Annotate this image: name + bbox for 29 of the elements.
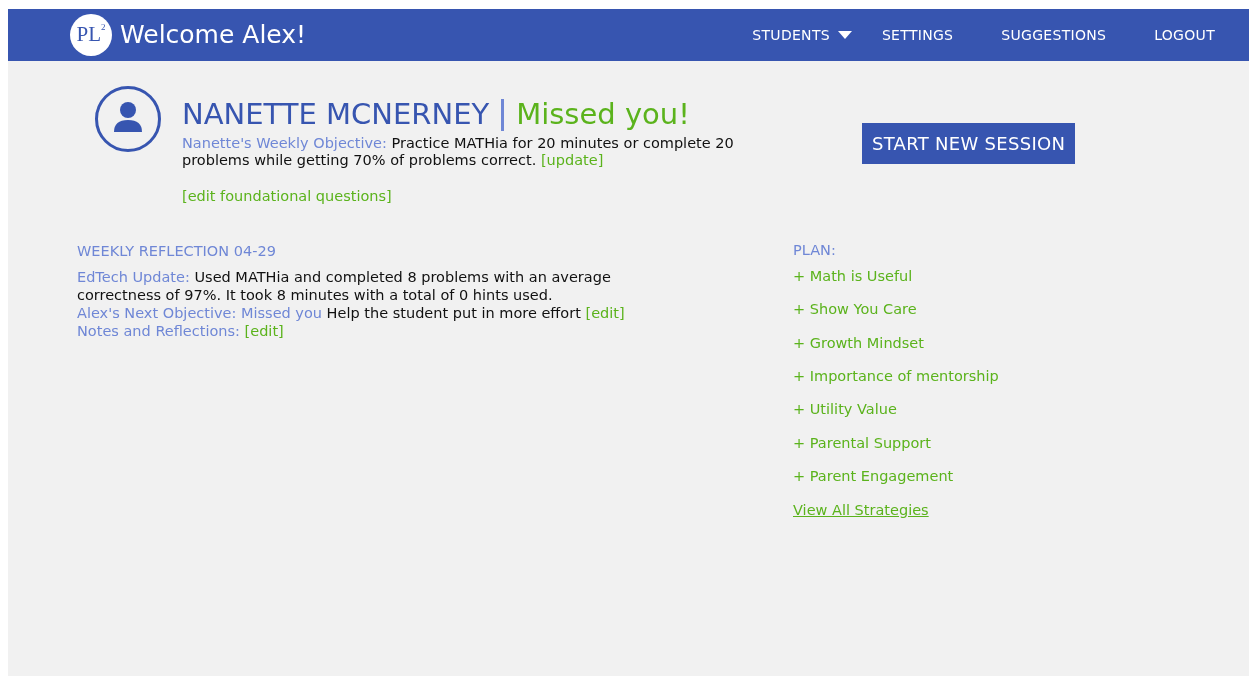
reflection-line: Alex's Next Objective: Missed you Help the student put in more effort [edit] (77, 303, 626, 323)
user-avatar-icon (94, 85, 162, 153)
reflection-line: EdTech Update: Used MATHia and completed 8 problems with an average correctness of 97%. It took 8 minutes with a total of 0 hints used. (77, 267, 612, 304)
strategy-link[interactable]: + Math is Useful (793, 267, 913, 286)
strategy-link[interactable]: + Growth Mindset (793, 334, 924, 353)
strategy-link[interactable]: + Importance of mentorship (793, 368, 999, 386)
student-name: NANETTE MCNERNEY (182, 99, 490, 131)
edit-foundational-link[interactable]: [edit foundational questions] (182, 185, 392, 208)
edit-link[interactable]: [edit] (585, 304, 625, 321)
strategy-link[interactable]: + Parental Support (793, 434, 932, 453)
section-heading: WEEKLY REFLECTION 04-29 (77, 241, 277, 260)
strategy-link[interactable]: + Parent Engagement (793, 468, 954, 486)
view-all-link[interactable]: View All Strategies (793, 501, 929, 520)
strategy-link[interactable]: + Utility Value (793, 401, 897, 419)
plan-heading: PLAN: (793, 241, 837, 259)
students-dropdown[interactable]: STUDENTS (752, 24, 852, 46)
welcome-title: Welcome Alex! (120, 19, 307, 52)
reflection-line: Notes and Reflections: [edit] (77, 322, 285, 341)
logo: PL$^{2}$ (70, 14, 112, 56)
start-session-button[interactable]: START NEW SESSION (862, 123, 1076, 164)
edit-link[interactable]: [edit] (244, 323, 284, 340)
status-text: Missed you! (516, 99, 690, 131)
weekly-objective: Nanette's Weekly Objective: Practice MATHia for 20 minutes or complete 20 problems while getting 70% of problems correct. [update] (182, 135, 735, 170)
nav-link[interactable]: SETTINGS (881, 24, 954, 46)
nav-link[interactable]: SUGGESTIONS (1001, 24, 1107, 46)
update-link[interactable]: [update] (540, 152, 604, 169)
strategy-link[interactable]: + Show You Care (793, 301, 917, 319)
nav-link[interactable]: LOGOUT (1154, 24, 1215, 46)
caret-icon (837, 31, 852, 39)
